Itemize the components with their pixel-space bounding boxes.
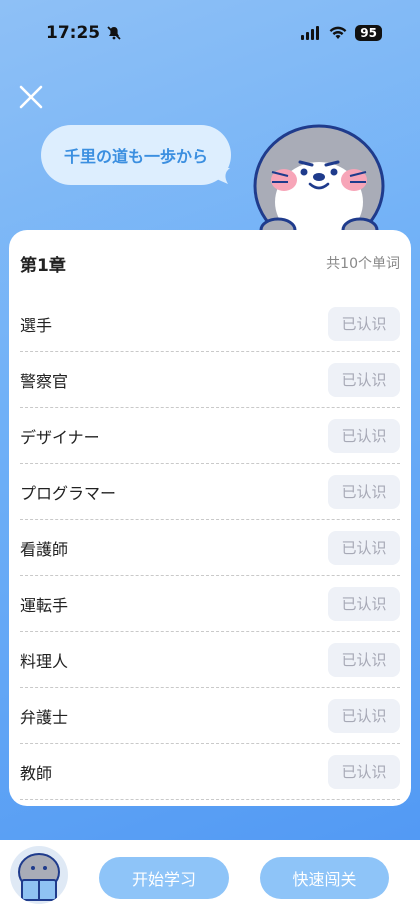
known-button[interactable]: 已认识 (328, 754, 400, 789)
status-bar: 17:25 95 (0, 0, 420, 66)
motto-bubble: 千里の道も一歩から (41, 125, 231, 185)
clock-text: 17:25 (46, 23, 101, 43)
word-card: 第1章 共10个单词 選手 已认识 警察官 已认识 デザイナー 已认识 プログラ… (9, 230, 411, 806)
known-button[interactable]: 已认识 (328, 698, 400, 733)
bubble-tail (206, 168, 230, 184)
word-text: 看護師 (20, 539, 69, 559)
word-row: プログラマー 已认识 (20, 464, 400, 520)
known-button[interactable]: 已认识 (328, 306, 400, 341)
card-header: 第1章 共10个单词 (20, 230, 400, 296)
bottom-bar: 开始学习 快速闯关 (0, 840, 420, 913)
motto-text: 千里の道も一歩から (63, 147, 208, 166)
quick-challenge-button[interactable]: 快速闯关 (260, 857, 389, 899)
seal-mascot-icon (253, 124, 385, 242)
known-button[interactable]: 已认识 (328, 642, 400, 677)
word-text: 教師 (20, 763, 53, 783)
word-row: 運転手 已认识 (20, 576, 400, 632)
seal-reading-icon (18, 853, 60, 901)
known-button[interactable]: 已认识 (328, 586, 400, 621)
close-icon[interactable] (18, 84, 44, 110)
word-text: 弁護士 (20, 707, 69, 727)
status-time: 17:25 (46, 23, 122, 43)
word-row: 看護師 已认识 (20, 520, 400, 576)
status-icons: 95 (301, 25, 382, 41)
wifi-icon (329, 26, 347, 39)
known-button[interactable]: 已认识 (328, 530, 400, 565)
word-text: 運転手 (20, 595, 69, 615)
word-row: 弁護士 已认识 (20, 688, 400, 744)
avatar[interactable] (10, 846, 68, 904)
word-text: 警察官 (20, 371, 69, 391)
chapter-title: 第1章 (20, 255, 66, 276)
known-button[interactable]: 已认识 (328, 474, 400, 509)
word-row: 警察官 已认识 (20, 352, 400, 408)
word-row: 選手 已认识 (20, 296, 400, 352)
word-text: 選手 (20, 315, 53, 335)
signal-icon (301, 26, 320, 40)
word-list: 選手 已认识 警察官 已认识 デザイナー 已认识 プログラマー 已认识 看護師 … (20, 296, 400, 800)
word-row: 教師 已认识 (20, 744, 400, 800)
known-button[interactable]: 已认识 (328, 418, 400, 453)
word-count: 共10个单词 (326, 256, 400, 272)
battery-indicator: 95 (355, 25, 382, 41)
word-text: プログラマー (20, 483, 117, 503)
word-text: 料理人 (20, 651, 69, 671)
start-learning-button[interactable]: 开始学习 (99, 857, 229, 899)
word-text: デザイナー (20, 427, 100, 447)
word-row: デザイナー 已认识 (20, 408, 400, 464)
known-button[interactable]: 已认识 (328, 362, 400, 397)
bell-muted-icon (107, 26, 121, 40)
word-row: 料理人 已认识 (20, 632, 400, 688)
